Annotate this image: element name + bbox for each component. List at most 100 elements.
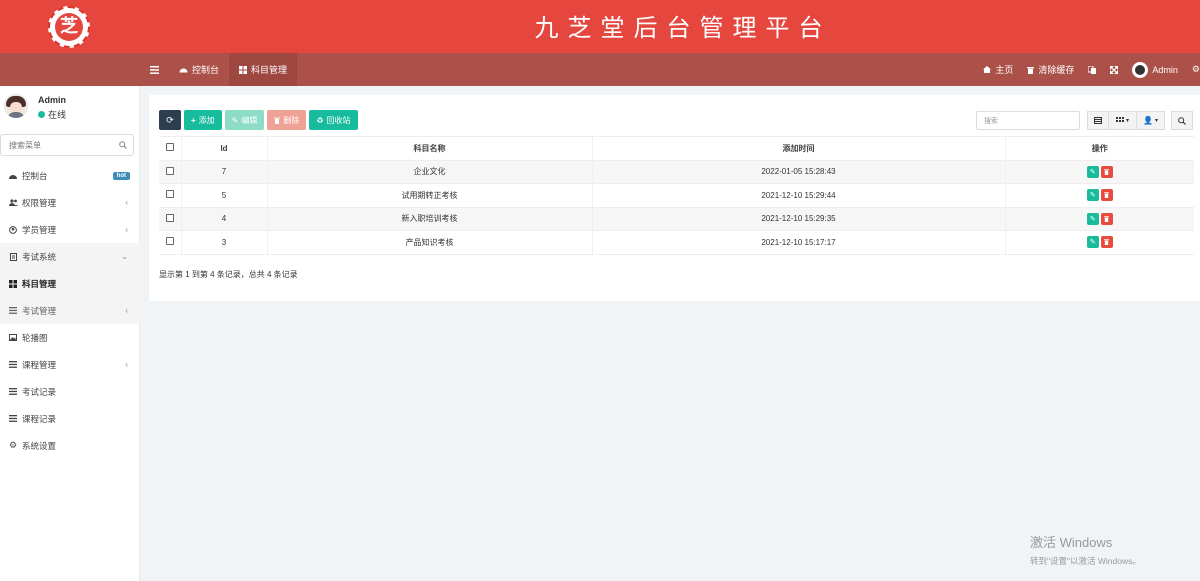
advanced-search-button[interactable] xyxy=(1171,111,1193,130)
user-circle-icon xyxy=(7,225,19,234)
sidebar-item-exam-records[interactable]: 考试记录 xyxy=(0,378,140,405)
trash-icon xyxy=(1104,169,1110,175)
columns-dropdown[interactable]: ▾ xyxy=(1109,111,1137,130)
menu-icon xyxy=(150,65,159,74)
row-checkbox[interactable] xyxy=(165,237,174,246)
settings-button[interactable]: ⚙ xyxy=(1185,53,1200,86)
tab-dashboard[interactable]: 控制台 xyxy=(169,53,229,86)
gear-icon: ⚙ xyxy=(8,440,18,450)
table-view-icon xyxy=(1094,117,1102,124)
sidebar-item-settings[interactable]: ⚙ 系统设置 xyxy=(0,432,140,459)
column-header-time[interactable]: 添加时间 xyxy=(592,136,1006,161)
row-delete-button[interactable] xyxy=(1100,212,1113,225)
refresh-icon: ⟳ xyxy=(166,114,174,125)
row-checkbox-cell xyxy=(159,230,182,255)
sidebar-item-dashboard[interactable]: 控制台 hot xyxy=(0,162,140,189)
sidebar-item-label: 课程记录 xyxy=(22,413,57,424)
row-checkbox[interactable] xyxy=(165,190,174,199)
add-button[interactable]: + 添加 xyxy=(184,110,222,130)
select-all-checkbox[interactable] xyxy=(165,143,174,152)
cell-id: 7 xyxy=(181,160,268,184)
row-edit-button[interactable]: ✎ xyxy=(1086,165,1099,178)
windows-activation-watermark: 激活 Windows 转到"设置"以激活 Windows。 xyxy=(1030,532,1141,567)
home-link[interactable]: 主页 xyxy=(976,53,1020,86)
user-menu[interactable]: Admin xyxy=(1125,53,1185,86)
image-icon xyxy=(7,334,19,341)
sidebar-item-label: 考试管理 xyxy=(22,305,57,316)
chevron-left-icon: ‹ xyxy=(125,198,128,207)
search-icon[interactable] xyxy=(113,141,133,149)
row-edit-button[interactable]: ✎ xyxy=(1086,189,1099,202)
trash-icon xyxy=(1104,239,1110,246)
table-row[interactable]: 4 新入职培训考核 2021-12-10 15:29:35 ✎ xyxy=(159,207,1194,231)
online-dot-icon xyxy=(38,111,45,118)
column-header-id[interactable]: Id xyxy=(181,136,268,161)
row-delete-button[interactable] xyxy=(1100,165,1113,178)
clear-cache-button[interactable]: 清除缓存 xyxy=(1020,53,1081,86)
fullscreen-button[interactable] xyxy=(1103,53,1125,86)
refresh-button[interactable]: ⟳ xyxy=(159,110,181,130)
row-delete-button[interactable] xyxy=(1100,189,1113,202)
cell-actions: ✎ xyxy=(1005,230,1194,255)
row-edit-button[interactable]: ✎ xyxy=(1086,212,1099,225)
sidebar-item-exam-system[interactable]: 考试系统 ⌄ xyxy=(0,243,140,270)
file-icon xyxy=(7,252,19,261)
select-all-cell xyxy=(159,136,182,161)
user-icon: 👤 xyxy=(1143,116,1153,125)
chevron-down-icon: ⌄ xyxy=(121,252,128,261)
delete-button[interactable]: 删除 xyxy=(267,110,307,130)
watermark-subtitle: 转到"设置"以激活 Windows。 xyxy=(1030,556,1141,566)
user-menu-label: Admin xyxy=(1152,64,1178,75)
column-header-name[interactable]: 科目名称 xyxy=(267,136,593,161)
chevron-left-icon: ‹ xyxy=(125,306,128,315)
sidebar-item-subjects[interactable]: 科目管理 xyxy=(0,270,140,297)
home-icon xyxy=(983,66,992,73)
content-panel: ⟳ + 添加 ✎ 编辑 删除 ♻ 回收站 搜索 ▾ 👤 ▾ Id 科目名称 添加… xyxy=(149,95,1200,301)
sidebar-item-courses[interactable]: 课程管理 ‹ xyxy=(0,351,140,378)
table-row[interactable]: 7 企业文化 2022-01-05 15:28:43 ✎ xyxy=(159,160,1194,184)
trash-icon xyxy=(1104,216,1110,222)
grid-icon xyxy=(239,65,248,74)
row-edit-button[interactable]: ✎ xyxy=(1086,236,1099,249)
sidebar-item-label: 考试系统 xyxy=(22,251,57,262)
sidebar-item-exam-management[interactable]: 考试管理 ‹ xyxy=(0,297,140,324)
export-dropdown[interactable]: 👤 ▾ xyxy=(1137,111,1165,130)
recycle-bin-button[interactable]: ♻ 回收站 xyxy=(309,110,358,130)
sidebar-item-label: 控制台 xyxy=(22,170,48,181)
row-checkbox[interactable] xyxy=(165,166,174,175)
edit-button[interactable]: ✎ 编辑 xyxy=(224,110,265,130)
row-checkbox[interactable] xyxy=(165,213,174,222)
trash-icon xyxy=(274,117,281,124)
table-header-row: Id 科目名称 添加时间 操作 xyxy=(159,136,1194,161)
table-row[interactable]: 3 产品知识考核 2021-12-10 15:17:17 ✎ xyxy=(159,230,1194,255)
sidebar-item-label: 考试记录 xyxy=(22,386,57,397)
row-checkbox-cell xyxy=(159,160,182,184)
list-icon xyxy=(7,415,19,422)
dashboard-icon xyxy=(179,68,188,73)
menu-search-input[interactable] xyxy=(1,140,113,150)
row-checkbox-cell xyxy=(159,207,182,231)
sidebar-item-carousel[interactable]: 轮播图 xyxy=(0,324,140,351)
sidebar-item-course-records[interactable]: 课程记录 xyxy=(0,405,140,432)
add-label: 添加 xyxy=(198,115,215,125)
list-icon xyxy=(7,388,19,395)
sidebar-toggle-button[interactable] xyxy=(140,53,169,86)
row-delete-button[interactable] xyxy=(1100,236,1113,249)
toggle-view-button[interactable] xyxy=(1087,111,1109,130)
cell-name: 新入职培训考核 xyxy=(267,207,593,231)
user-panel: Admin 在线 xyxy=(0,86,139,132)
plus-icon: + xyxy=(191,115,196,125)
table-search-input[interactable]: 搜索 xyxy=(976,111,1080,130)
tab-subject-management[interactable]: 科目管理 xyxy=(229,53,298,86)
translate-icon xyxy=(1088,65,1097,74)
sidebar-search xyxy=(0,134,134,156)
top-banner: 芝 九芝堂后台管理平台 xyxy=(0,0,1200,53)
sidebar: Admin 在线 控制台 hot 权限管理 ‹ 学员管理 ‹ 考试系统 xyxy=(0,86,140,581)
sidebar-item-permissions[interactable]: 权限管理 ‹ xyxy=(0,189,140,216)
table-row[interactable]: 5 试用期转正考核 2021-12-10 15:29:44 ✎ xyxy=(159,183,1194,208)
sidebar-item-students[interactable]: 学员管理 ‹ xyxy=(0,216,140,243)
user-name: Admin xyxy=(38,95,66,105)
user-status-label: 在线 xyxy=(48,110,67,120)
language-button[interactable] xyxy=(1081,53,1103,86)
cell-time: 2021-12-10 15:17:17 xyxy=(592,230,1006,255)
